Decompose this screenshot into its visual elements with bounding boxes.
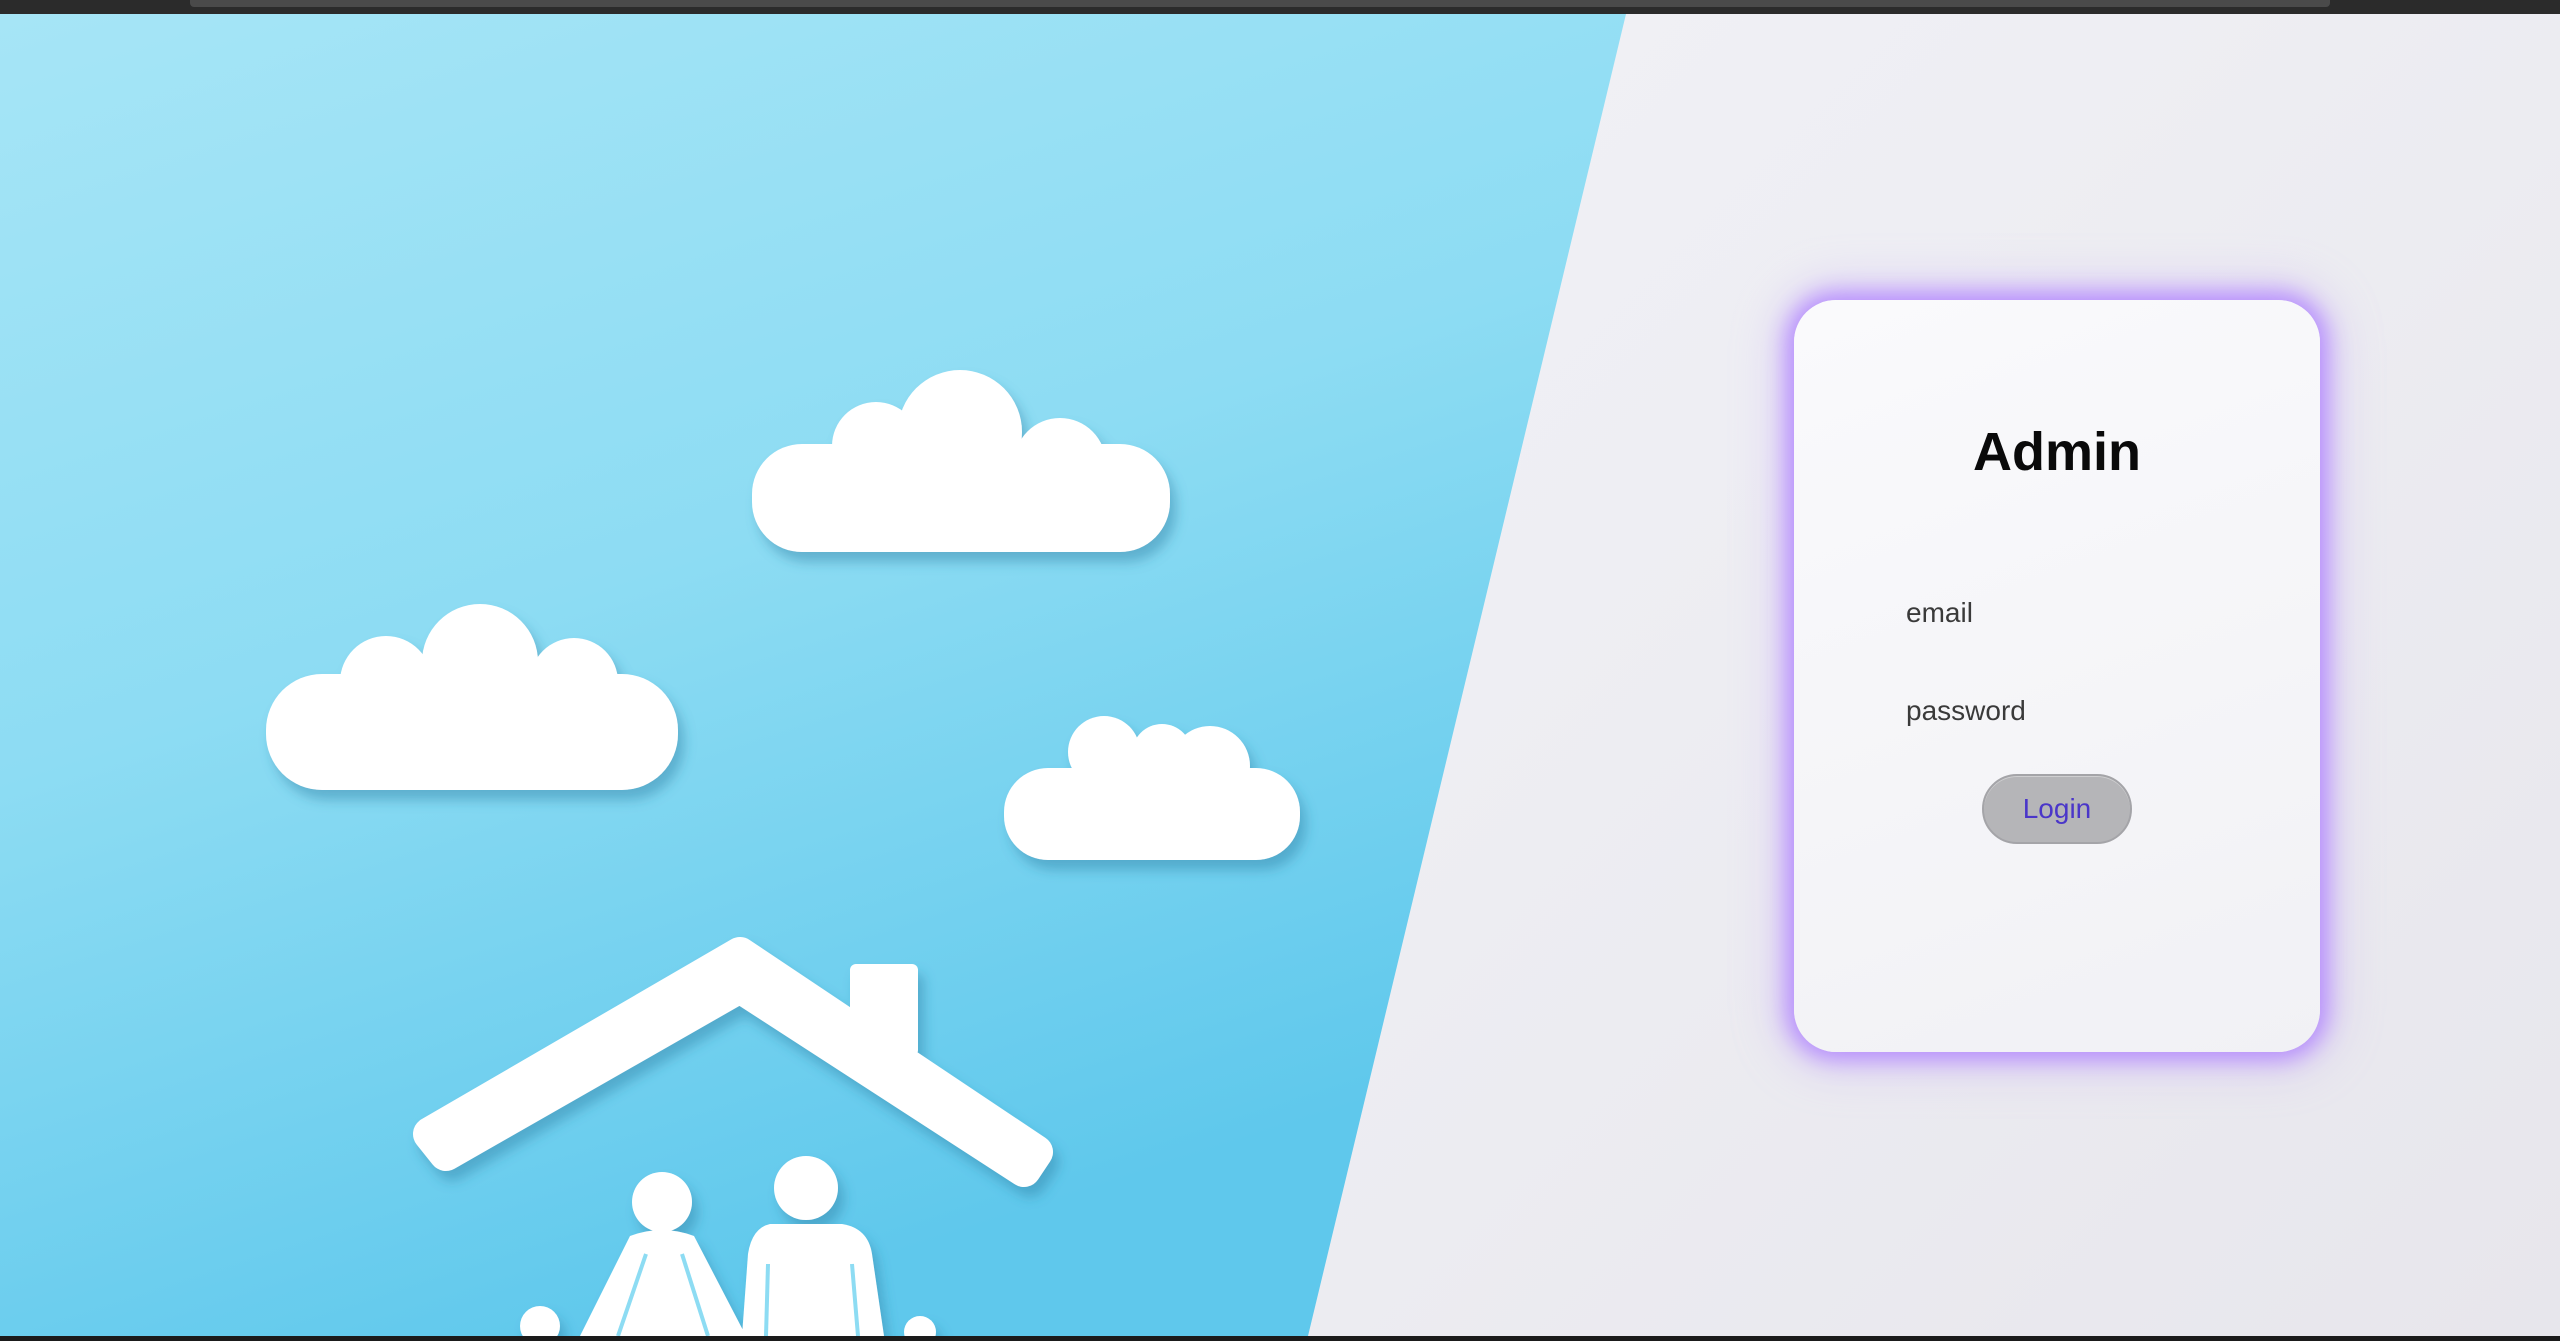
password-label: password bbox=[1906, 695, 2026, 726]
bottom-edge bbox=[0, 1336, 2560, 1341]
admin-login-page: Admin email password Login bbox=[0, 14, 2560, 1336]
scrollbar-thumb[interactable] bbox=[190, 0, 2330, 7]
login-button[interactable]: Login bbox=[1982, 774, 2132, 844]
login-card: Admin email password Login bbox=[1794, 300, 2320, 1052]
hero-blue-panel bbox=[0, 14, 1626, 1336]
login-title: Admin bbox=[1973, 422, 2141, 482]
password-input[interactable] bbox=[1906, 728, 2206, 764]
browser-viewport: Admin email password Login bbox=[0, 0, 2560, 1341]
browser-top-scrollbar[interactable] bbox=[0, 0, 2560, 14]
email-input[interactable] bbox=[1906, 630, 2206, 666]
email-label: email bbox=[1906, 597, 1973, 628]
